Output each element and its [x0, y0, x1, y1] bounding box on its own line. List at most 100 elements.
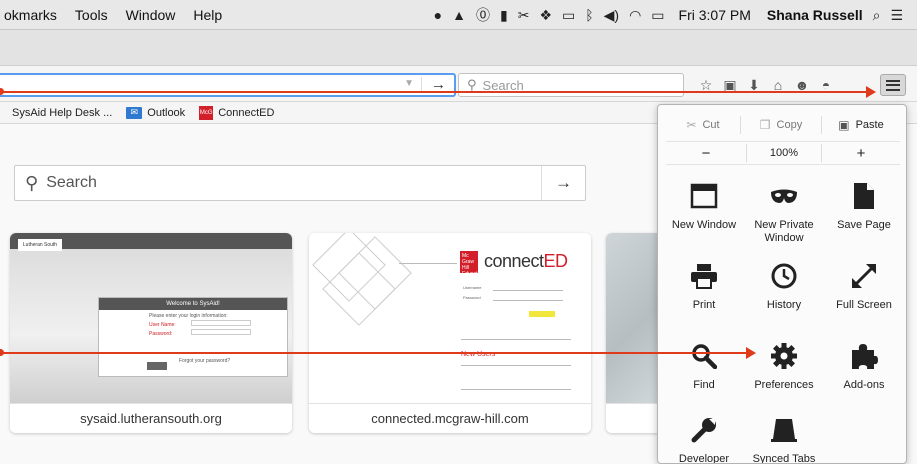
- url-history-dropdown-icon[interactable]: ▼: [404, 78, 414, 89]
- panel-synced-tabs[interactable]: Synced Tabs: [744, 415, 824, 464]
- drive-icon[interactable]: ▲: [452, 8, 466, 22]
- add-ons-label: Add-ons: [843, 379, 885, 391]
- cut-label: Cut: [702, 119, 720, 131]
- annotation-arrow-to-preferences: [0, 352, 746, 354]
- volume-icon[interactable]: ◀): [604, 8, 619, 22]
- clipboard-icon: ▣: [838, 118, 850, 132]
- developer-label: Developer: [678, 453, 730, 464]
- edit-controls: ✂ Cut ❐ Copy ▣ Paste: [666, 111, 900, 139]
- panel-history[interactable]: History: [744, 261, 824, 331]
- connect-username-field: [493, 290, 563, 291]
- bookmark-sysaid[interactable]: SysAid Help Desk ...: [12, 107, 112, 119]
- menubar-user[interactable]: Shana Russell: [767, 7, 863, 23]
- tab-strip: [0, 30, 917, 66]
- search-icon: ⚲: [25, 172, 39, 193]
- annotation-arrowhead: [746, 347, 756, 359]
- panel-new-window[interactable]: New Window: [664, 181, 744, 251]
- panel-add-ons[interactable]: Add-ons: [824, 341, 904, 411]
- cut-button[interactable]: ✂ Cut: [666, 111, 740, 139]
- paste-button[interactable]: ▣ Paste: [822, 111, 900, 139]
- tile-thumbnail: Lutheran South Welcome to SysAid! Please…: [10, 233, 292, 403]
- zoom-in-button[interactable]: +: [822, 141, 900, 165]
- outlook-icon: ✉: [126, 106, 143, 119]
- top-site-tile-sysaid[interactable]: Lutheran South Welcome to SysAid! Please…: [10, 233, 292, 433]
- zoom-controls: − 100% +: [666, 141, 900, 165]
- navigation-toolbar: ▼ → ⚲ Search ☆ ▣ ⬇ ⌂ ☻ ◓: [0, 66, 917, 102]
- zoom-out-button[interactable]: −: [666, 141, 746, 165]
- onepassword-icon[interactable]: ⓪: [476, 8, 490, 22]
- wordmark-ed: ED: [543, 251, 569, 271]
- synced-tabs-label: Synced Tabs: [752, 453, 816, 464]
- sysaid-password-field: [191, 329, 251, 335]
- panel-developer[interactable]: Developer: [664, 415, 744, 464]
- battery-meter-icon[interactable]: ▭: [562, 8, 575, 22]
- arrow-right-icon: →: [555, 173, 572, 192]
- open-menu-button[interactable]: [880, 74, 906, 96]
- bluetooth-icon[interactable]: ᛒ: [585, 8, 593, 22]
- sysaid-login-box: Welcome to SysAid! Please enter your log…: [98, 297, 288, 377]
- bookmark-sysaid-label: SysAid Help Desk ...: [12, 106, 113, 119]
- top-site-tile-connected[interactable]: Mc Graw Hill Education connectED Usernam…: [309, 233, 591, 433]
- menu-bookmarks[interactable]: okmarks: [4, 7, 57, 23]
- new-window-icon: [689, 181, 719, 211]
- menubar-clock[interactable]: Fri 3:07 PM: [679, 7, 751, 23]
- copy-button[interactable]: ❐ Copy: [741, 111, 821, 139]
- connect-signin-button: [529, 311, 555, 317]
- zoom-reset-button[interactable]: 100%: [747, 141, 821, 165]
- private-mask-icon: [769, 181, 799, 211]
- history-label: History: [766, 299, 802, 311]
- bookmark-connected-label: ConnectED: [218, 106, 275, 119]
- url-bar[interactable]: ▼ →: [0, 73, 456, 97]
- menu-help[interactable]: Help: [193, 7, 222, 23]
- panel-print[interactable]: Print: [664, 261, 744, 331]
- scissors-icon[interactable]: ✂: [518, 8, 530, 22]
- synced-tabs-icon: [769, 415, 799, 445]
- newtab-search-input[interactable]: ⚲ Search →: [14, 165, 586, 201]
- preferences-label: Preferences: [754, 379, 814, 391]
- printer-icon: [689, 261, 719, 291]
- decorative-line: [461, 365, 571, 366]
- decorative-line: [461, 339, 571, 340]
- sysaid-login-button: [147, 362, 167, 370]
- new-private-window-label: New Private Window: [754, 219, 814, 244]
- wrench-icon: [689, 415, 719, 445]
- battery-icon[interactable]: ▭: [651, 8, 664, 22]
- puzzle-icon: [849, 341, 879, 371]
- app-icon[interactable]: ▮: [500, 8, 508, 22]
- connect-password-field: [493, 300, 563, 301]
- annotation-arrow-to-menu: [0, 91, 866, 93]
- sysaid-login-header: Welcome to SysAid!: [99, 298, 287, 310]
- fullscreen-icon: [849, 261, 879, 291]
- menubar-status-area: ● ▲ ⓪ ▮ ✂ ❖ ▭ ᛒ ◀) ◠ ▭ Fri 3:07 PM Shana…: [434, 0, 917, 30]
- tile-label: connected.mcgraw-hill.com: [309, 403, 591, 433]
- mcgraw-hill-logo: Mc Graw Hill Education: [460, 251, 485, 277]
- annotation-arrowhead: [866, 86, 876, 98]
- bookmark-outlook[interactable]: ✉ Outlook: [126, 106, 185, 119]
- search-bar[interactable]: ⚲ Search: [458, 73, 684, 97]
- bookmark-connected[interactable]: McG ConnectED: [199, 105, 275, 120]
- new-window-label: New Window: [671, 219, 737, 231]
- dropbox-icon[interactable]: ❖: [539, 8, 552, 22]
- tile-thumbnail: Mc Graw Hill Education connectED Usernam…: [309, 233, 591, 403]
- panel-preferences[interactable]: Preferences: [744, 341, 824, 411]
- spotlight-icon[interactable]: ⌕: [873, 8, 881, 22]
- panel-full-screen[interactable]: Full Screen: [824, 261, 904, 331]
- wordmark-connect: connect: [484, 251, 544, 271]
- panel-new-private-window[interactable]: New Private Window: [744, 181, 824, 251]
- wifi-icon[interactable]: ◠: [629, 8, 641, 22]
- clock-icon: [769, 261, 799, 291]
- find-label: Find: [693, 379, 715, 391]
- macos-menubar: okmarks Tools Window Help ● ▲ ⓪ ▮ ✂ ❖ ▭ …: [0, 0, 917, 30]
- magnifier-icon: [689, 341, 719, 371]
- hamburger-icon: [886, 79, 900, 91]
- newtab-search-go-button[interactable]: →: [541, 166, 585, 200]
- sysaid-login-prompt: Please enter your login information:: [149, 313, 228, 319]
- notification-center-icon[interactable]: ☰: [890, 8, 903, 22]
- sysaid-forgot: Forgot your password?: [179, 358, 231, 364]
- copy-label: Copy: [776, 119, 803, 131]
- menu-window[interactable]: Window: [126, 7, 176, 23]
- panel-save-page[interactable]: Save Page: [824, 181, 904, 251]
- menu-tools[interactable]: Tools: [75, 7, 108, 23]
- save-page-label: Save Page: [837, 219, 891, 231]
- evernote-icon[interactable]: ●: [434, 8, 442, 22]
